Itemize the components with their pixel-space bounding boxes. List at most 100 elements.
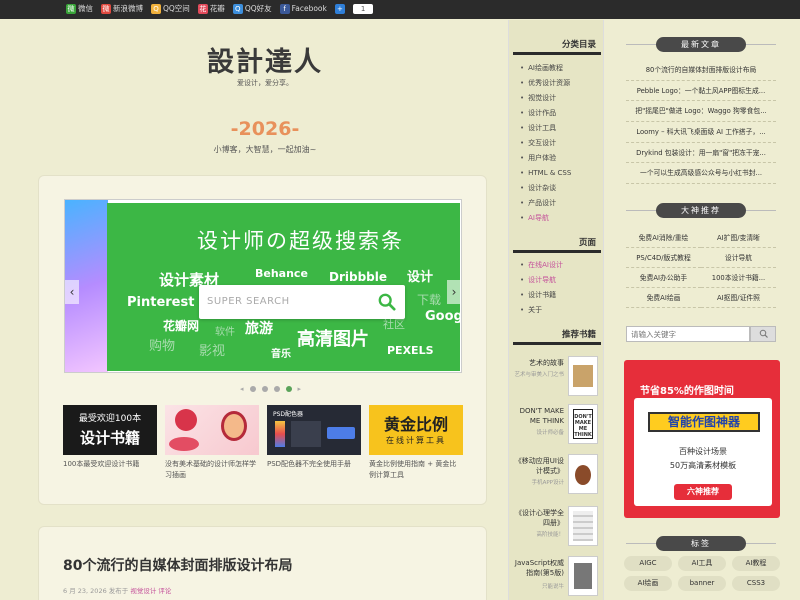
- thumb-item[interactable]: 黄金比例 在线计算工具 黄金比例使用指南 + 黄金比例计算工具: [369, 405, 463, 481]
- promo-panel: 智能作图神器 百种设计场景 50万高清素材模板 六神推荐: [634, 398, 772, 506]
- pick-link[interactable]: 100本设计书籍...: [701, 268, 776, 288]
- pick-link[interactable]: 设计导航: [701, 248, 776, 268]
- slider-dot[interactable]: [273, 386, 280, 392]
- slider-dot[interactable]: [261, 386, 268, 392]
- book-subtitle: 艺术与审美入门之书: [514, 372, 564, 378]
- sidebar-link[interactable]: 设计导航: [520, 273, 563, 288]
- pick-link[interactable]: AI扩图/变清晰: [701, 228, 776, 248]
- book-cover[interactable]: [568, 506, 598, 546]
- pick-link[interactable]: 免费AI消除/重绘: [626, 228, 701, 248]
- slider-next-arrow[interactable]: ›: [447, 280, 461, 304]
- search-icon[interactable]: [378, 293, 396, 311]
- share-link-plus-share[interactable]: +: [334, 3, 345, 14]
- sidebar-link[interactable]: 交互设计: [520, 136, 571, 151]
- thumb-item[interactable]: 没有美术基础的设计师怎样学习插画: [165, 405, 259, 481]
- tag-pill[interactable]: CSS3: [732, 576, 780, 591]
- sidebar-link[interactable]: 视觉设计: [520, 91, 571, 106]
- share-link-weibo[interactable]: 微新浪微博: [101, 3, 143, 14]
- weibo-icon: 微: [101, 3, 111, 14]
- sidebar-link[interactable]: 设计书籍: [520, 288, 563, 303]
- promo-button[interactable]: 六神推荐: [674, 484, 732, 500]
- share-link-label: QQ空间: [163, 4, 190, 13]
- share-link-qq[interactable]: Q QQ好友: [232, 3, 272, 14]
- thumb-image[interactable]: PSD配色器: [267, 405, 361, 455]
- post-date: 6 月 23, 2026 发布于: [63, 587, 129, 595]
- slide-word: Pinterest: [127, 295, 195, 310]
- pick-link[interactable]: PS/C4D/版式教程: [626, 248, 701, 268]
- thumb-image[interactable]: 黄金比例 在线计算工具: [369, 405, 463, 455]
- book-cover[interactable]: [568, 356, 598, 396]
- post-category[interactable]: 视觉设计 评论: [130, 587, 171, 595]
- book-item[interactable]: DON'T MAKE ME THINK 设计师必备 DON'T MAKE ME …: [512, 402, 600, 446]
- thumb-item[interactable]: PSD配色器 PSD配色器不完全使用手册: [267, 405, 361, 481]
- slide-word: 下载: [417, 293, 442, 307]
- slide-image[interactable]: 设计师の超级搜索条 设计素材 Behance Dribbble 设计 Pinte…: [107, 203, 461, 371]
- share-link-wechat[interactable]: 微微信: [66, 3, 93, 14]
- pick-link[interactable]: 免费AI办公助手: [626, 268, 701, 288]
- promo-banner[interactable]: 节省85%的作图时间 智能作图神器 百种设计场景 50万高清素材模板 六神推荐: [624, 360, 780, 518]
- sidebar-link[interactable]: 用户体验: [520, 151, 571, 166]
- thumb-caption[interactable]: 没有美术基础的设计师怎样学习插画: [165, 459, 259, 481]
- tag-pill[interactable]: AIGC: [624, 556, 672, 571]
- book-cover[interactable]: DON'T MAKE ME THINK: [568, 404, 598, 444]
- sidebar-link[interactable]: 设计工具: [520, 121, 571, 136]
- super-search-box[interactable]: SUPER SEARCH: [199, 285, 405, 319]
- book-title[interactable]: DON'T MAKE ME THINK: [512, 406, 564, 426]
- latest-post-link[interactable]: Drykind 包装设计：用一扇"窗"把冻干宠...: [626, 143, 776, 164]
- book-title[interactable]: 艺术的故事: [512, 358, 564, 368]
- tag-cloud: AIGC AI工具 AI教程 AI绘画 banner CSS3: [624, 556, 780, 591]
- share-link-huaban[interactable]: 花花瓣: [197, 3, 225, 14]
- thumb-image[interactable]: 最受欢迎100本 设计书籍: [63, 405, 157, 455]
- book-item[interactable]: 《设计心理学全四册》 高阶技能！: [512, 504, 600, 548]
- promo-line: 百种设计场景: [679, 447, 727, 456]
- sidebar-link[interactable]: 设计杂谈: [520, 181, 571, 196]
- thumb-item[interactable]: 最受欢迎100本 设计书籍 100本最受欢迎设计书籍: [63, 405, 157, 481]
- thumb-image[interactable]: [165, 405, 259, 455]
- book-cover[interactable]: [568, 556, 598, 596]
- site-logo[interactable]: 設計達人: [190, 40, 340, 79]
- post-title[interactable]: 80个流行的自媒体封面排版设计布局: [63, 555, 292, 575]
- sidebar-link[interactable]: 优秀设计资源: [520, 76, 571, 91]
- keyword-search-button[interactable]: [750, 326, 776, 342]
- keyword-search-input[interactable]: [626, 326, 750, 342]
- slider-dot[interactable]: [285, 386, 292, 392]
- slider-prev-arrow[interactable]: ‹: [65, 280, 79, 304]
- slider-dot[interactable]: [249, 386, 256, 392]
- sidebar-link[interactable]: 设计作品: [520, 106, 571, 121]
- thumb-caption[interactable]: 100本最受欢迎设计书籍: [63, 459, 157, 470]
- tag-pill[interactable]: AI工具: [678, 556, 726, 571]
- latest-post-link[interactable]: 把"摇尾巴"做进 Logo：Waggo 狗零食包...: [626, 101, 776, 123]
- share-link-qzone[interactable]: Q QQ空间: [151, 3, 190, 14]
- book-title[interactable]: 《移动应用UI设计模式》: [512, 456, 564, 476]
- book-title[interactable]: 《设计心理学全四册》: [512, 508, 564, 528]
- share-link-facebook[interactable]: f Facebook: [279, 3, 327, 14]
- image-slider[interactable]: 设计师の超级搜索条 设计素材 Behance Dribbble 设计 Pinte…: [64, 199, 462, 373]
- qq-icon: Q: [232, 3, 243, 14]
- thumb-caption[interactable]: 黄金比例使用指南 + 黄金比例计算工具: [369, 459, 463, 481]
- sidebar-link[interactable]: AI绘画教程: [520, 61, 571, 76]
- sidebar-link[interactable]: HTML & CSS: [520, 166, 571, 181]
- tag-pill[interactable]: banner: [678, 576, 726, 591]
- book-item[interactable]: JavaScript权威指南(第5版) 只能说牛: [512, 554, 600, 598]
- book-cover[interactable]: [568, 454, 598, 494]
- tag-pill[interactable]: AI教程: [732, 556, 780, 571]
- latest-post-link[interactable]: 一个可以生成高级感公众号与小红书封...: [626, 163, 776, 185]
- dots-right-arrow-icon[interactable]: ▸: [298, 385, 302, 393]
- sidebar-link[interactable]: AI导航: [520, 211, 571, 226]
- latest-post-link[interactable]: Pebble Logo：一个黏土风APP图标生成...: [626, 81, 776, 102]
- latest-post-link[interactable]: 80个流行的自媒体封面排版设计布局: [626, 60, 776, 81]
- pick-link[interactable]: 免费AI绘画: [626, 288, 701, 308]
- dots-left-arrow-icon[interactable]: ◂: [240, 385, 244, 393]
- book-item[interactable]: 艺术的故事 艺术与审美入门之书: [512, 354, 600, 398]
- pick-link[interactable]: AI抠图/证件照: [701, 288, 776, 308]
- sidebar-link[interactable]: 产品设计: [520, 196, 571, 211]
- sidebar-link[interactable]: 在线AI设计: [520, 258, 563, 273]
- book-subtitle: 只能说牛: [541, 584, 564, 590]
- latest-post-link[interactable]: Loomy – 科大讯飞桌面级 AI 工作搭子，...: [626, 122, 776, 143]
- book-title[interactable]: JavaScript权威指南(第5版): [512, 558, 564, 578]
- sidebar-link[interactable]: 关于: [520, 303, 563, 318]
- thumb-caption[interactable]: PSD配色器不完全使用手册: [267, 459, 361, 470]
- tag-pill[interactable]: AI绘画: [624, 576, 672, 591]
- book-item[interactable]: 《移动应用UI设计模式》 手机APP设计: [512, 452, 600, 496]
- slider-pagination[interactable]: ◂ ▸: [240, 385, 301, 393]
